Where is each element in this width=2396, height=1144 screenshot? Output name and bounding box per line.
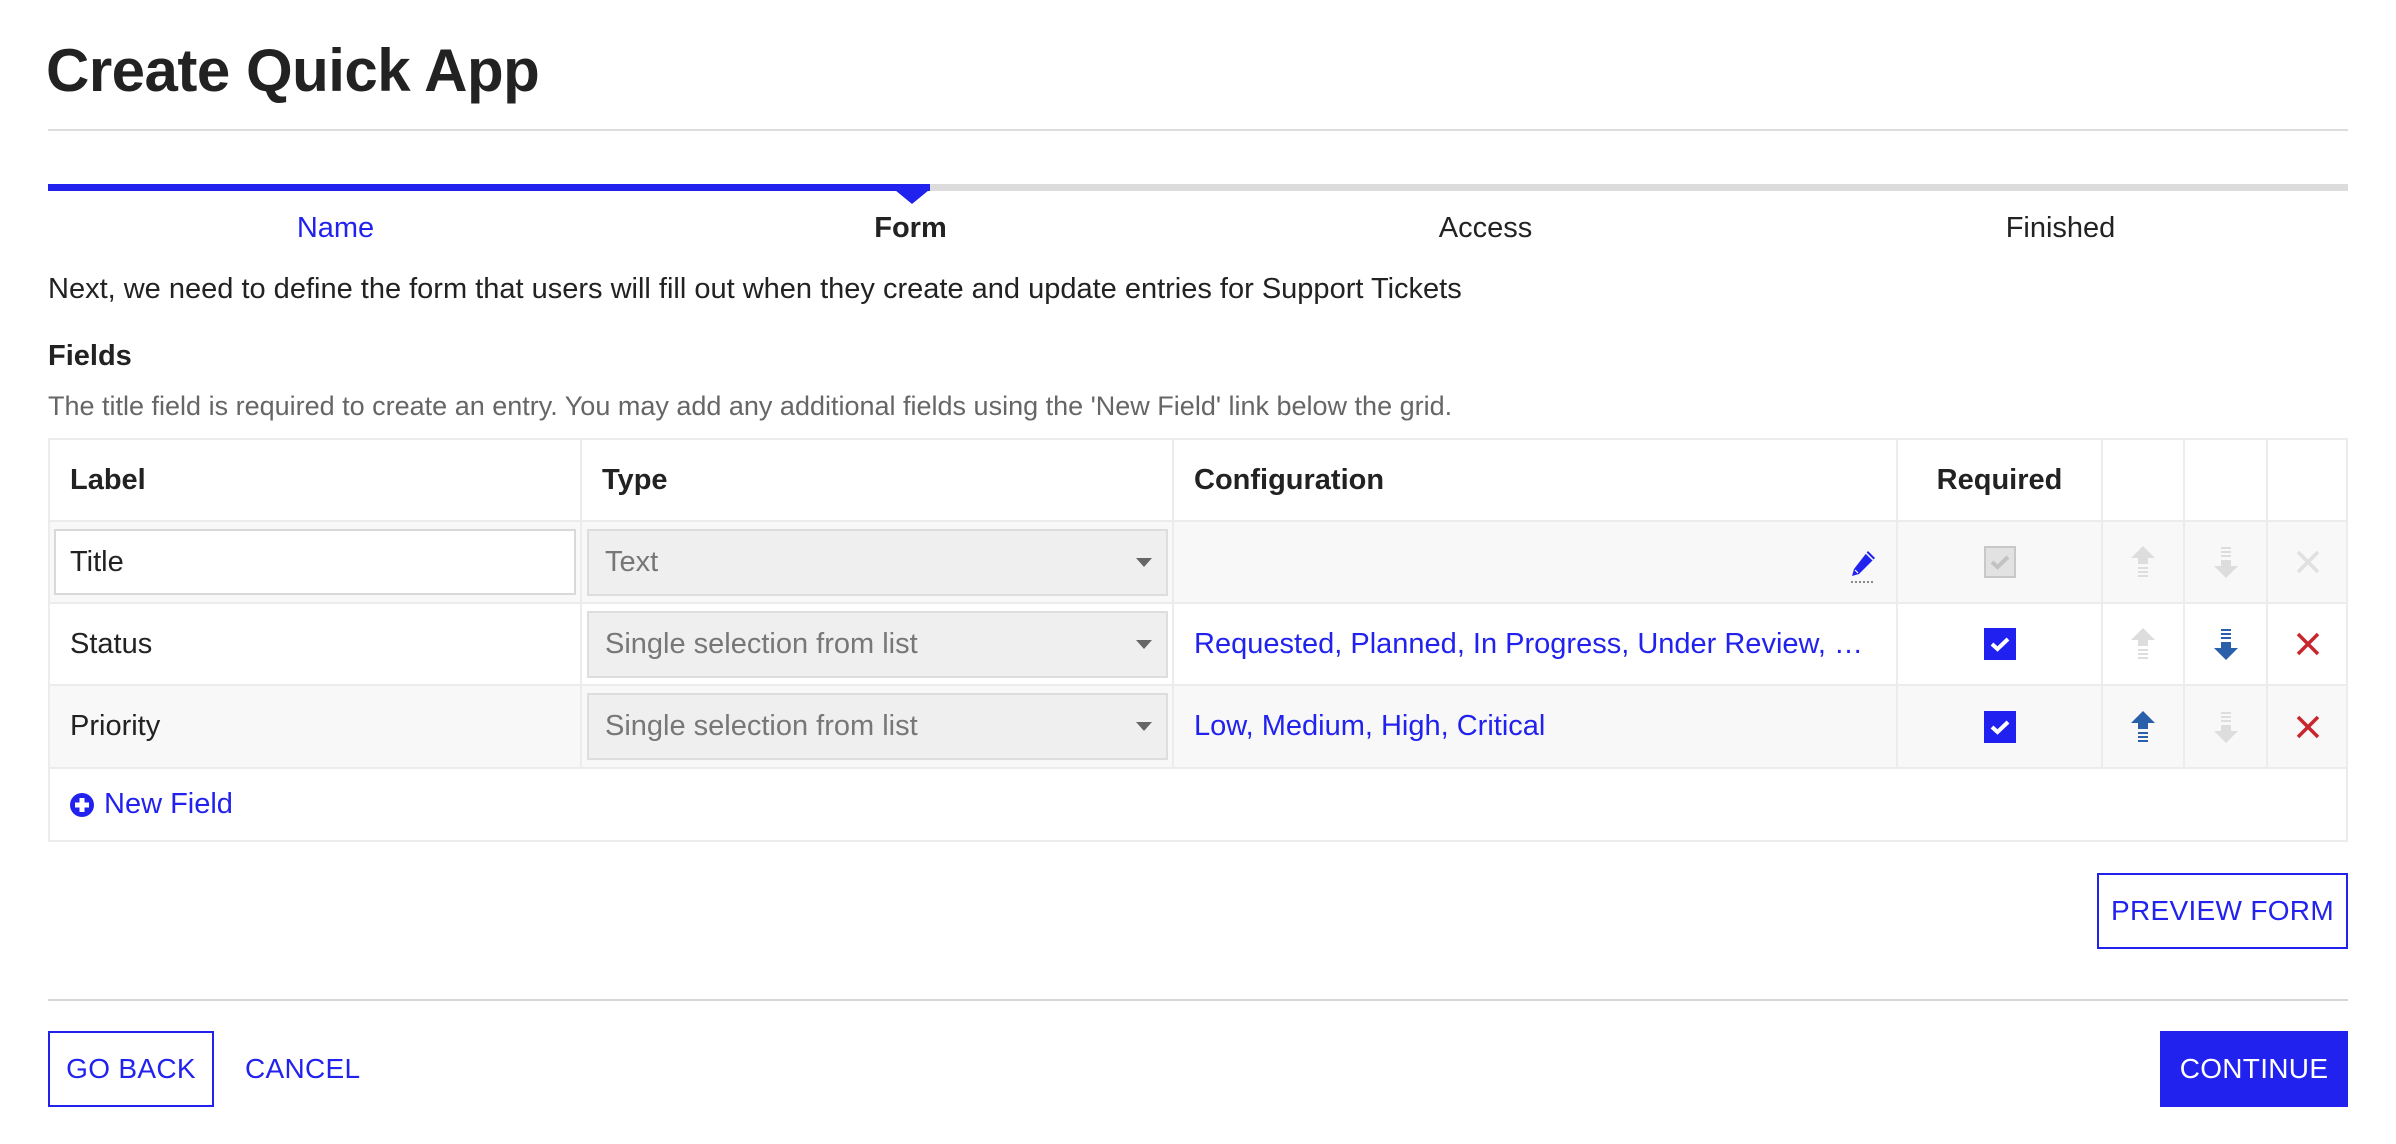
column-header-move-down [2185,440,2268,520]
move-up-icon [2125,624,2161,664]
move-up-icon[interactable] [2125,707,2161,747]
move-down-icon[interactable] [2208,624,2244,664]
move-down-icon [2208,542,2244,582]
required-checkbox[interactable] [1983,710,2016,743]
title-divider [48,129,2348,131]
field-type-select[interactable]: Single selection from list [587,610,1168,678]
fields-heading: Fields [48,340,132,372]
column-header-configuration: Configuration [1174,440,1898,520]
column-header-type: Type [582,440,1174,520]
field-label-input[interactable] [54,529,576,595]
intro-text: Next, we need to define the form that us… [48,273,1462,305]
field-label: Priority [70,710,161,742]
field-type-select[interactable]: Single selection from list [587,693,1168,760]
move-up-icon [2125,542,2161,582]
required-checkbox[interactable] [1983,628,2016,660]
field-type-value: Single selection from list [605,710,918,742]
step-form: Form [874,212,947,244]
step-finished: Finished [2005,212,2116,244]
plus-circle-icon [70,792,94,817]
new-field-row: New Field [50,769,2346,840]
table-row: Text [50,522,2346,604]
new-field-label: New Field [104,788,233,820]
delete-icon [2290,542,2326,582]
cancel-button[interactable]: CANCEL [245,1031,360,1107]
step-access: Access [1438,212,1533,244]
field-configuration-link[interactable]: Low, Medium, High, Critical [1174,710,1545,743]
caret-down-icon [1136,722,1152,731]
go-back-button[interactable]: GO BACK [48,1031,214,1107]
table-row: Status Single selection from list Reques… [50,604,2346,686]
caret-down-icon [1136,557,1152,567]
new-field-link[interactable]: New Field [70,769,233,840]
table-row: Priority Single selection from list Low,… [50,686,2346,769]
required-checkbox [1983,546,2016,578]
field-label: Status [70,627,153,660]
column-header-required: Required [1898,440,2103,520]
move-down-icon [2208,707,2244,747]
column-header-delete [2268,440,2348,520]
column-header-move-up [2103,440,2185,520]
stepper-progress [48,184,930,191]
check-icon [1990,720,2009,735]
check-icon [1990,555,2009,570]
footer-divider [48,999,2348,1001]
column-header-label: Label [50,440,582,520]
delete-icon[interactable] [2290,624,2326,664]
caret-down-icon [1136,639,1152,649]
delete-icon[interactable] [2290,707,2326,747]
stepper-current-pointer [895,190,929,204]
preview-form-button[interactable]: PREVIEW FORM [2097,873,2348,949]
continue-button[interactable]: CONTINUE [2160,1031,2348,1107]
step-name[interactable]: Name [48,210,623,246]
fields-grid: Label Type Configuration Required Text [48,438,2348,842]
pencil-icon[interactable] [1848,548,1878,584]
field-configuration-link[interactable]: Requested, Planned, In Progress, Under R… [1174,628,1874,661]
field-type-value: Text [605,545,659,578]
page-title: Create Quick App [46,37,540,104]
fields-hint: The title field is required to create an… [48,391,1453,421]
field-type-value: Single selection from list [605,627,918,660]
grid-header-row: Label Type Configuration Required [50,440,2346,522]
field-type-select[interactable]: Text [587,528,1168,596]
check-icon [1990,637,2009,652]
